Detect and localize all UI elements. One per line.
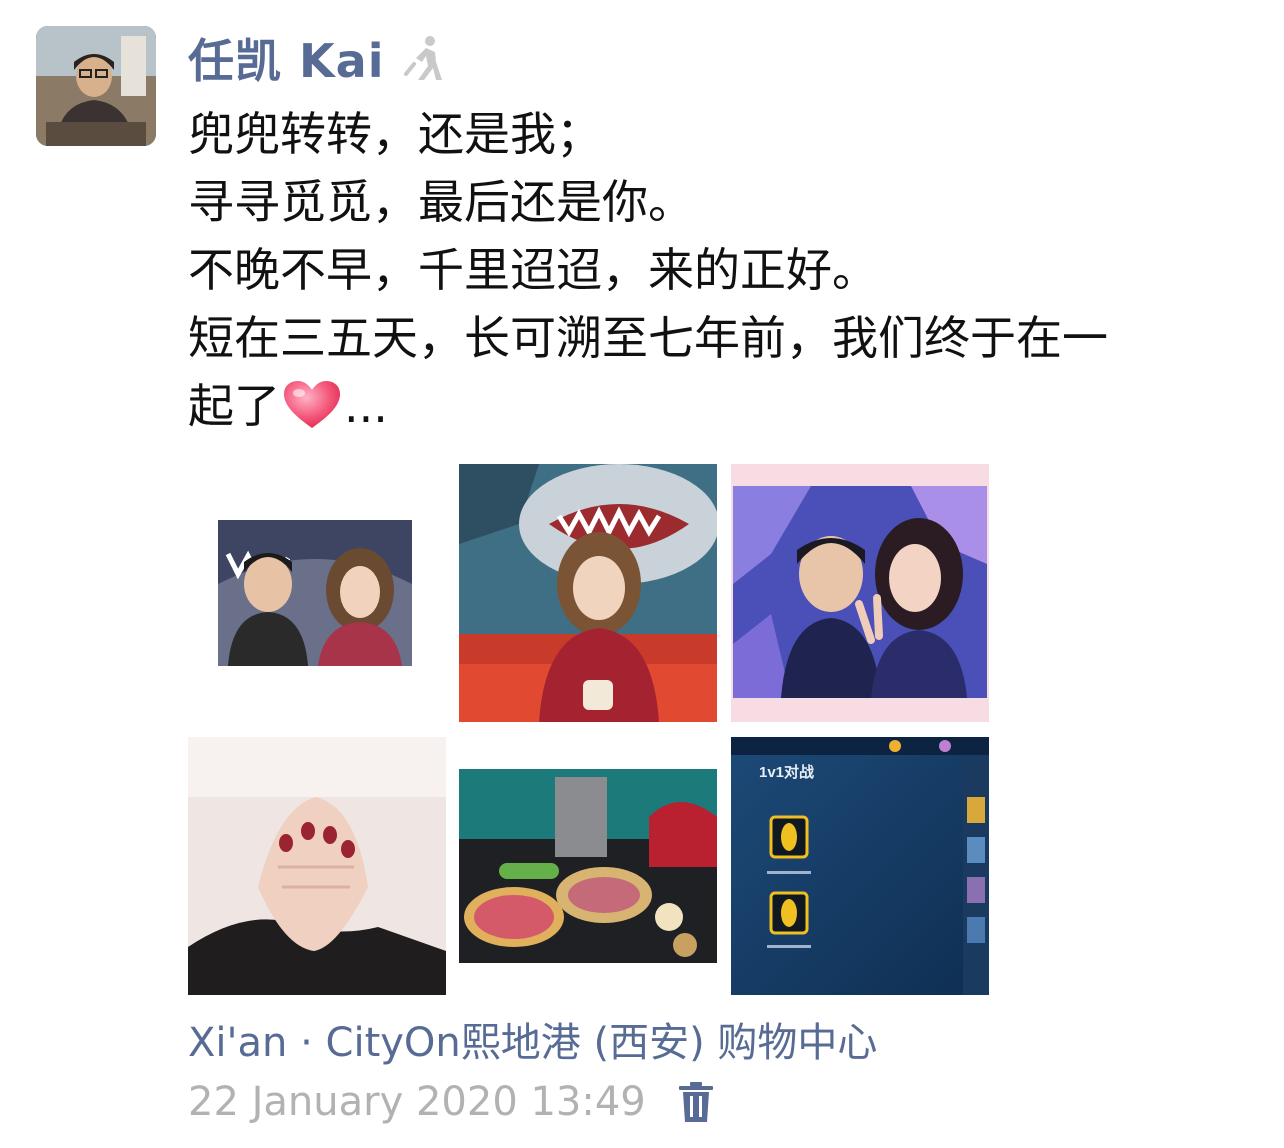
post-meta-row: 22 January 2020 13:49 xyxy=(188,1074,714,1130)
avatar[interactable] xyxy=(36,26,156,146)
post-text-line-last: 起了 ... xyxy=(188,372,1248,440)
photo-6[interactable]: 1v1对战 xyxy=(731,737,989,995)
photo-5[interactable] xyxy=(459,737,717,995)
post-text-line: 起了 xyxy=(188,379,280,433)
post-text-line: 寻寻觅觅，最后还是你。 xyxy=(188,175,694,229)
photo-4-image xyxy=(188,737,446,995)
heart-emoji-icon xyxy=(284,381,340,428)
photo-2[interactable] xyxy=(459,464,717,722)
photo-1[interactable] xyxy=(188,464,446,722)
author-name[interactable]: 任凯 Kai xyxy=(188,25,384,91)
game-screen-title: 1v1对战 xyxy=(759,763,814,781)
avatar-image xyxy=(36,26,156,146)
photo-1-image xyxy=(188,464,446,722)
photo-3-image xyxy=(731,464,989,722)
photo-6-image: 1v1对战 xyxy=(731,737,989,995)
photo-4[interactable] xyxy=(188,737,446,995)
author-row: 任凯 Kai xyxy=(188,28,446,88)
post-timestamp: 22 January 2020 13:49 xyxy=(188,1079,646,1125)
photo-5-image xyxy=(459,737,717,995)
photo-3[interactable] xyxy=(731,464,989,722)
walking-person-icon xyxy=(404,36,443,80)
post-text-line: 短在三五天，长可溯至七年前，我们终于在一 xyxy=(188,311,1108,365)
photo-2-image xyxy=(459,464,717,722)
post-text-ellipsis: ... xyxy=(344,379,388,433)
post-text-line: 不晚不早，千里迢迢，来的正好。 xyxy=(188,243,878,297)
post-text: 兜兜转转，还是我； 寻寻觅觅，最后还是你。 不晚不早，千里迢迢，来的正好。 短在… xyxy=(188,100,1248,440)
location-link[interactable]: Xi'an · CityOn熙地港 (西安) 购物中心 xyxy=(188,1010,877,1068)
post-text-line: 兜兜转转，还是我； xyxy=(188,107,602,161)
trash-icon[interactable] xyxy=(678,1081,714,1123)
